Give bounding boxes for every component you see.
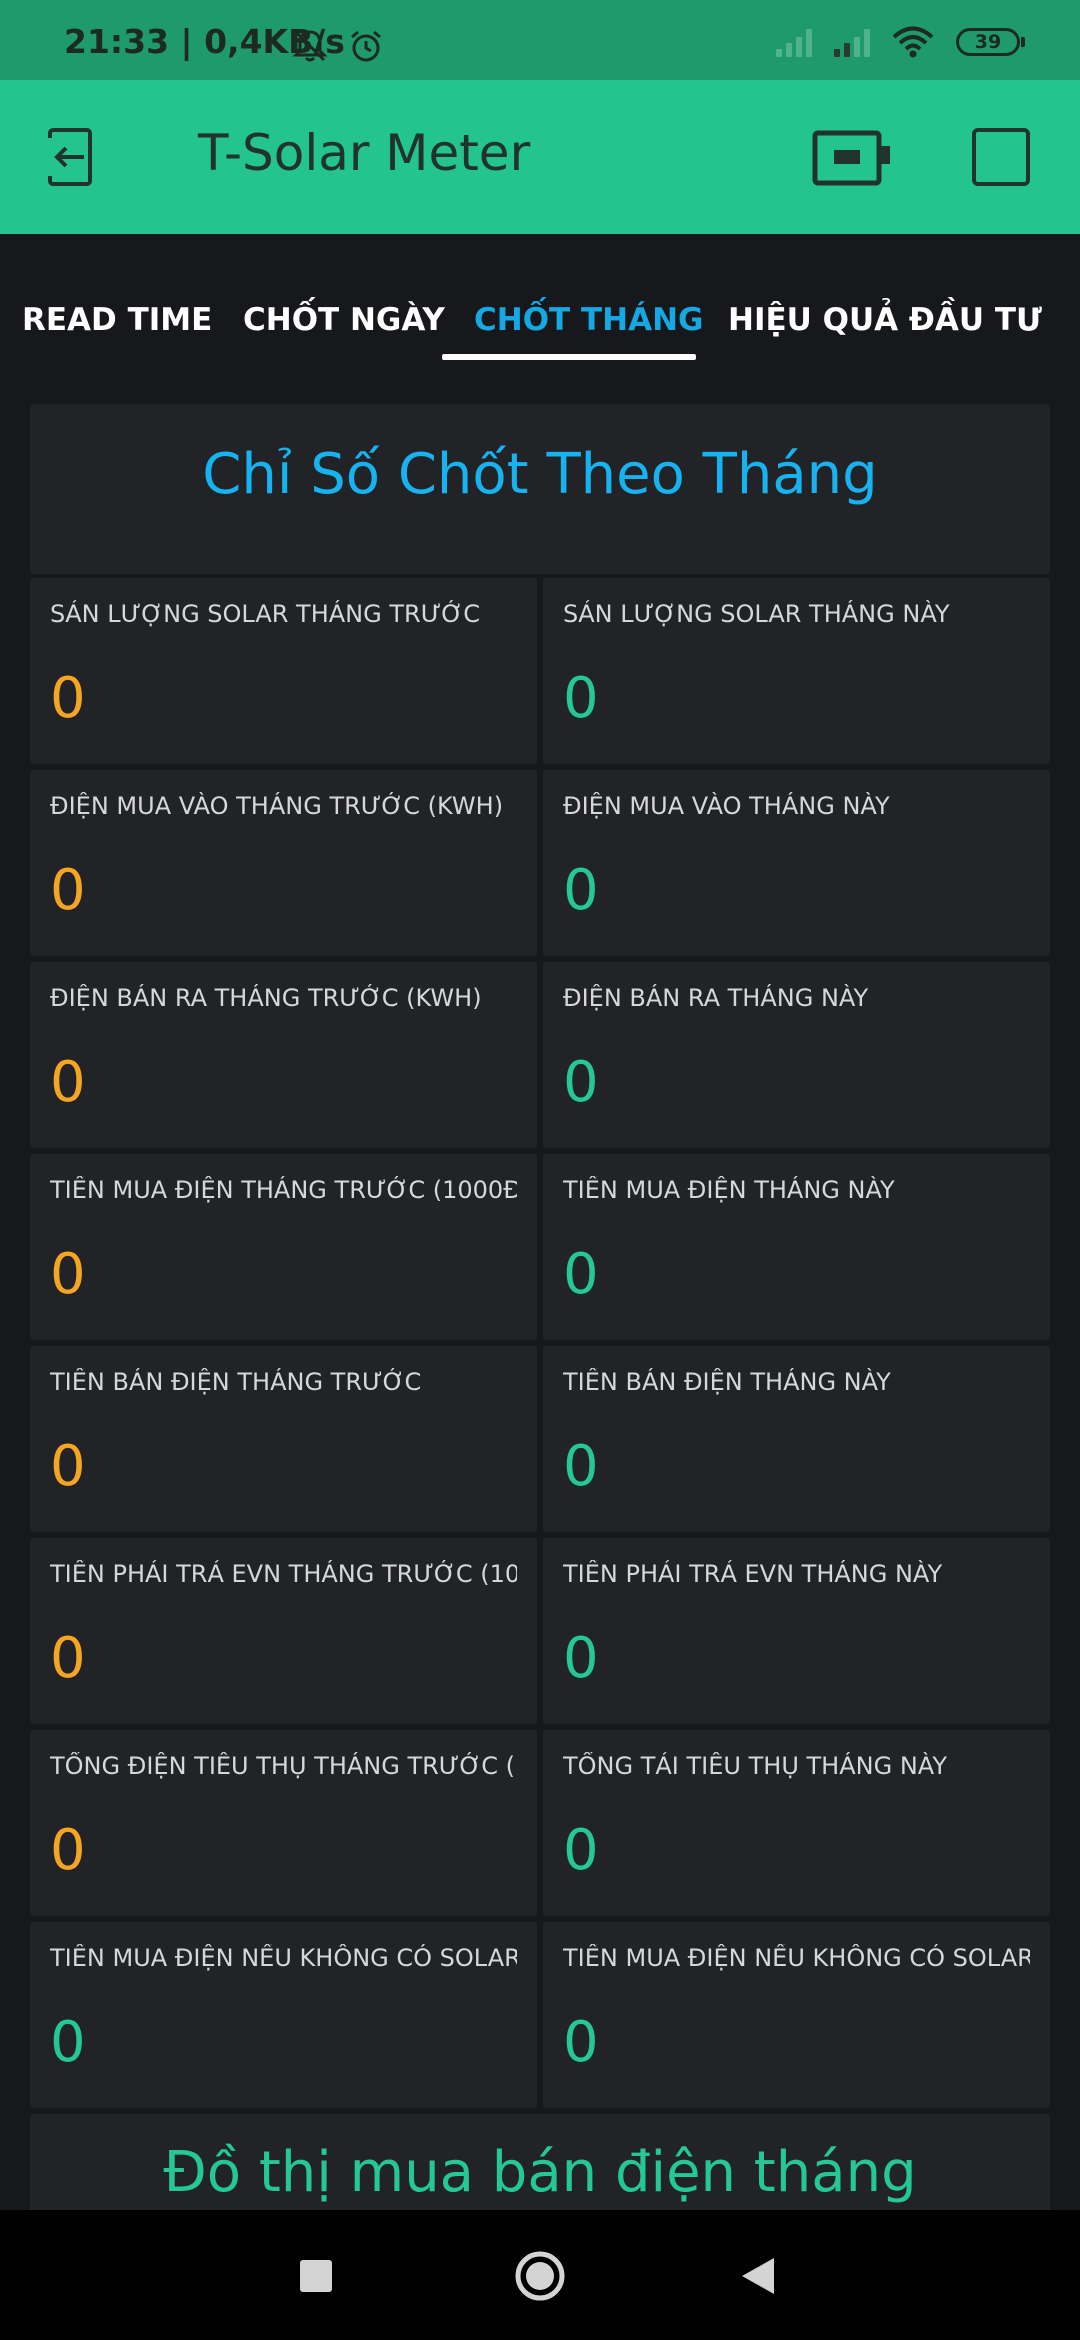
battery-icon: 39 xyxy=(956,28,1025,56)
tab-indicator xyxy=(442,354,696,360)
tile-label: SẢN LƯỢNG SOLAR THÁNG TRƯỚC xyxy=(50,600,480,628)
tile-label: TỔNG ĐIỆN TIÊU THỤ THÁNG TRƯỚC (KWH xyxy=(50,1752,517,1780)
tile-consumption-prev-month: TỔNG ĐIỆN TIÊU THỤ THÁNG TRƯỚC (KWH 0 xyxy=(30,1730,537,1916)
tile-sell-income-prev-month: TIỀN BÁN ĐIỆN THÁNG TRƯỚC 0 xyxy=(30,1346,537,1532)
tile-value: 0 xyxy=(50,1818,86,1883)
tile-value: 0 xyxy=(563,2010,599,2075)
tile-value: 0 xyxy=(50,2010,86,2075)
tile-value: 0 xyxy=(563,1818,599,1883)
tile-value: 0 xyxy=(50,1434,86,1499)
tile-load-this-month: TỔNG TẢI TIÊU THỤ THÁNG NÀY 0 xyxy=(543,1730,1050,1916)
chart-card: Đồ thị mua bán điện tháng xyxy=(30,2114,1050,2210)
wifi-icon xyxy=(892,26,934,58)
tile-label: TIỀN PHẢI TRẢ EVN THÁNG NÀY xyxy=(563,1560,943,1588)
tile-bought-this-month: ĐIỆN MUA VÀO THÁNG NÀY 0 xyxy=(543,770,1050,956)
tile-label: SẢN LƯỢNG SOLAR THÁNG NÀY xyxy=(563,600,950,628)
tile-value: 0 xyxy=(50,1626,86,1691)
signal-icon xyxy=(776,27,812,57)
main-content[interactable]: Chỉ Số Chốt Theo Tháng SẢN LƯỢNG SOLAR T… xyxy=(0,404,1080,2210)
tile-solar-this-month: SẢN LƯỢNG SOLAR THÁNG NÀY 0 xyxy=(543,578,1050,764)
navigation-bar xyxy=(0,2210,1080,2340)
recent-apps-icon[interactable] xyxy=(300,2260,332,2292)
tile-sold-this-month: ĐIỆN BÁN RA THÁNG NÀY 0 xyxy=(543,962,1050,1148)
tile-evn-payment-prev-month: TIỀN PHẢI TRẢ EVN THÁNG TRƯỚC (1000Đ 0 xyxy=(30,1538,537,1724)
tile-value: 0 xyxy=(50,1050,86,1115)
tile-label: ĐIỆN BÁN RA THÁNG TRƯỚC (KWH) xyxy=(50,984,482,1012)
alarm-icon xyxy=(351,30,381,62)
tile-value: 0 xyxy=(563,666,599,731)
tile-label: TIỀN MUA ĐIỆN NẾU KHÔNG CÓ SOLAR THÁ xyxy=(50,1944,517,1972)
tile-value: 0 xyxy=(50,1242,86,1307)
back-icon[interactable] xyxy=(740,2256,776,2296)
tab-chot-ngay[interactable]: CHỐT NGÀY xyxy=(243,302,445,338)
mute-icon xyxy=(292,30,328,62)
home-icon[interactable] xyxy=(514,2250,566,2302)
tile-label: TIỀN PHẢI TRẢ EVN THÁNG TRƯỚC (1000Đ xyxy=(50,1560,517,1588)
tile-label: TIỀN MUA ĐIỆN NẾU KHÔNG CÓ SOLAR THÁ xyxy=(563,1944,1030,1972)
tile-evn-payment-this-month: TIỀN PHẢI TRẢ EVN THÁNG NÀY 0 xyxy=(543,1538,1050,1724)
tile-value: 0 xyxy=(563,1242,599,1307)
tab-hieu-qua-dau-tu[interactable]: HIỆU QUẢ ĐẦU TƯ xyxy=(728,302,1042,338)
chart-title: Đồ thị mua bán điện tháng xyxy=(163,2140,917,2205)
tile-no-solar-cost-this: TIỀN MUA ĐIỆN NẾU KHÔNG CÓ SOLAR THÁ 0 xyxy=(543,1922,1050,2108)
signal-icon xyxy=(834,27,870,57)
tile-value: 0 xyxy=(50,666,86,731)
header-card: Chỉ Số Chốt Theo Tháng xyxy=(30,404,1050,574)
tile-sell-income-this-month: TIỀN BÁN ĐIỆN THÁNG NÀY 0 xyxy=(543,1346,1050,1532)
tile-bought-prev-month: ĐIỆN MUA VÀO THÁNG TRƯỚC (KWH) 0 xyxy=(30,770,537,956)
device-icon[interactable] xyxy=(812,130,892,186)
tile-label: ĐIỆN MUA VÀO THÁNG NÀY xyxy=(563,792,890,820)
status-bar: 21:33 | 0,4KB/s 39 xyxy=(0,0,1080,80)
status-icons-right: 39 xyxy=(776,26,1025,58)
tile-solar-prev-month: SẢN LƯỢNG SOLAR THÁNG TRƯỚC 0 xyxy=(30,578,537,764)
app-bar: T-Solar Meter xyxy=(0,80,1080,234)
tile-label: TIỀN BÁN ĐIỆN THÁNG TRƯỚC xyxy=(50,1368,422,1396)
square-icon[interactable] xyxy=(972,128,1030,186)
tile-buy-cost-this-month: TIỀN MUA ĐIỆN THÁNG NÀY 0 xyxy=(543,1154,1050,1340)
tile-label: ĐIỆN MUA VÀO THÁNG TRƯỚC (KWH) xyxy=(50,792,504,820)
tile-label: TIỀN MUA ĐIỆN THÁNG NÀY xyxy=(563,1176,895,1204)
tile-label: TỔNG TẢI TIÊU THỤ THÁNG NÀY xyxy=(563,1752,947,1780)
app-title: T-Solar Meter xyxy=(198,124,531,182)
tile-buy-cost-prev-month: TIỀN MUA ĐIỆN THÁNG TRƯỚC (1000Đ) 0 xyxy=(30,1154,537,1340)
tab-chot-thang[interactable]: CHỐT THÁNG xyxy=(474,302,703,338)
tile-sold-prev-month: ĐIỆN BÁN RA THÁNG TRƯỚC (KWH) 0 xyxy=(30,962,537,1148)
tab-read-time[interactable]: READ TIME xyxy=(22,302,212,338)
exit-icon[interactable] xyxy=(44,126,108,188)
tab-bar: READ TIME CHỐT NGÀY CHỐT THÁNG HIỆU QUẢ … xyxy=(0,234,1080,404)
tile-value: 0 xyxy=(563,1434,599,1499)
tile-label: TIỀN BÁN ĐIỆN THÁNG NÀY xyxy=(563,1368,891,1396)
tile-label: ĐIỆN BÁN RA THÁNG NÀY xyxy=(563,984,869,1012)
tile-value: 0 xyxy=(563,858,599,923)
tile-value: 0 xyxy=(50,858,86,923)
status-icons-left xyxy=(292,28,384,64)
tile-no-solar-cost-prev: TIỀN MUA ĐIỆN NẾU KHÔNG CÓ SOLAR THÁ 0 xyxy=(30,1922,537,2108)
tile-value: 0 xyxy=(563,1050,599,1115)
section-title: Chỉ Số Chốt Theo Tháng xyxy=(202,442,878,507)
tile-label: TIỀN MUA ĐIỆN THÁNG TRƯỚC (1000Đ) xyxy=(50,1176,517,1204)
screen: 21:33 | 0,4KB/s 39 T-Solar Meter READ TI… xyxy=(0,0,1080,2340)
tile-value: 0 xyxy=(563,1626,599,1691)
